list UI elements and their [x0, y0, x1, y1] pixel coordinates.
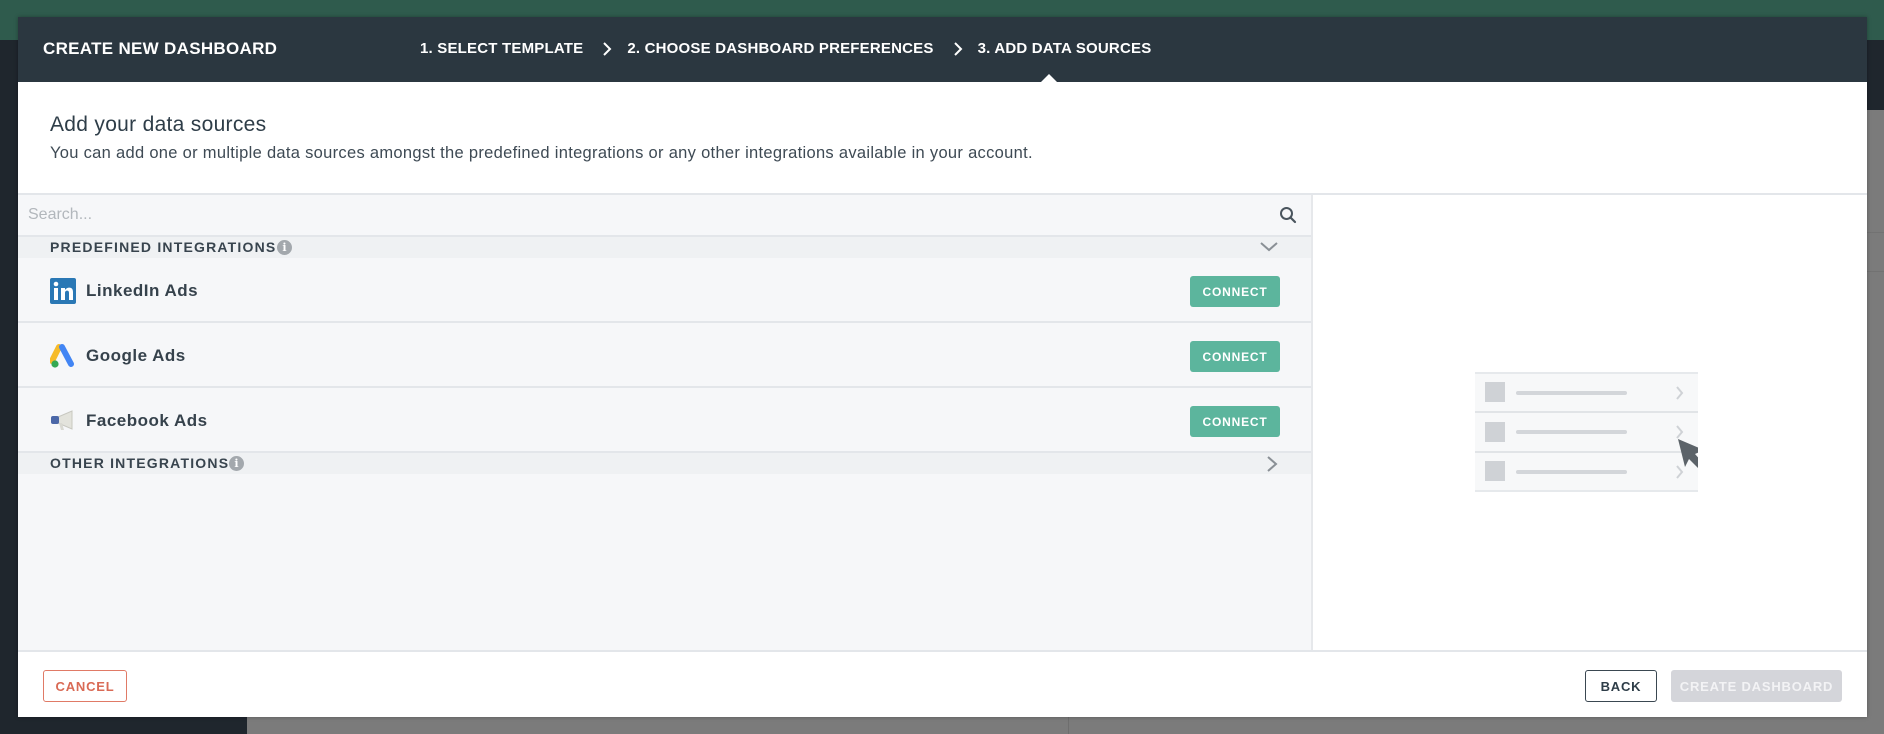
intro-section: Add your data sources You can add one or… — [18, 82, 1867, 195]
integration-row-facebook-ads: Facebook Ads CONNECT — [18, 388, 1311, 453]
megaphone-icon — [50, 408, 76, 434]
predefined-integrations-label: PREDEFINED INTEGRATIONS — [50, 239, 277, 255]
integration-name: Facebook Ads — [86, 411, 208, 430]
predefined-integrations-header[interactable]: PREDEFINED INTEGRATIONS i — [18, 237, 1311, 258]
modal-header: CREATE NEW DASHBOARD 1. SELECT TEMPLATE … — [18, 17, 1867, 83]
other-integrations-header[interactable]: OTHER INTEGRATIONS i — [18, 453, 1311, 474]
info-icon[interactable]: i — [277, 240, 292, 255]
connect-button[interactable]: CONNECT — [1190, 276, 1280, 307]
integrations-panel: PREDEFINED INTEGRATIONS i LinkedIn Ads C… — [18, 195, 1313, 650]
integration-name: Google Ads — [86, 346, 186, 365]
preview-panel — [1315, 195, 1867, 650]
back-button[interactable]: BACK — [1585, 670, 1657, 702]
create-dashboard-modal: CREATE NEW DASHBOARD 1. SELECT TEMPLATE … — [18, 17, 1867, 717]
chevron-right-icon — [951, 41, 965, 57]
google-ads-icon — [49, 343, 76, 369]
integration-row-google-ads: Google Ads CONNECT — [18, 323, 1311, 388]
wizard-steps: 1. SELECT TEMPLATE 2. CHOOSE DASHBOARD P… — [420, 40, 1151, 57]
chevron-down-icon[interactable] — [1258, 239, 1280, 255]
connect-button[interactable]: CONNECT — [1190, 341, 1280, 372]
integration-name: LinkedIn Ads — [86, 281, 199, 300]
step-choose-preferences[interactable]: 2. CHOOSE DASHBOARD PREFERENCES — [627, 40, 933, 57]
search-input[interactable] — [18, 195, 1311, 235]
modal-footer: CANCEL BACK CREATE DASHBOARD — [18, 650, 1867, 717]
other-integrations-label: OTHER INTEGRATIONS — [50, 455, 230, 471]
integration-row-linkedin: LinkedIn Ads CONNECT — [18, 258, 1311, 323]
search-icon[interactable] — [1279, 206, 1297, 224]
step-select-template[interactable]: 1. SELECT TEMPLATE — [420, 40, 583, 57]
chevron-right-icon — [600, 41, 614, 57]
info-icon[interactable]: i — [229, 456, 244, 471]
modal-title: CREATE NEW DASHBOARD — [43, 39, 278, 58]
section-heading: Add your data sources — [50, 113, 267, 136]
list-selection-illustration — [1475, 372, 1698, 492]
chevron-right-icon[interactable] — [1264, 455, 1286, 472]
connect-button[interactable]: CONNECT — [1190, 406, 1280, 437]
search-bar — [18, 195, 1311, 237]
section-description: You can add one or multiple data sources… — [50, 144, 1033, 162]
step-add-data-sources[interactable]: 3. ADD DATA SOURCES — [978, 40, 1152, 57]
linkedin-icon — [50, 278, 76, 304]
create-dashboard-button[interactable]: CREATE DASHBOARD — [1671, 670, 1842, 702]
cancel-button[interactable]: CANCEL — [43, 670, 127, 702]
